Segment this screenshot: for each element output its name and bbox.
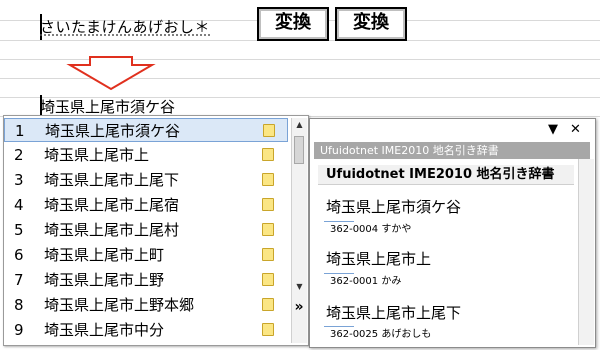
scroll-thumb[interactable] (294, 136, 304, 164)
convert-button-2[interactable]: 変換 (335, 7, 407, 41)
candidate-item-1[interactable]: 1 埼玉県上尾市須ケ谷 (4, 118, 288, 142)
close-icon[interactable]: ✕ (570, 123, 581, 137)
candidate-text: 埼玉県上尾市上尾村 (44, 221, 180, 239)
candidate-text: 埼玉県上尾市上尾下 (44, 171, 180, 189)
candidate-item-6[interactable]: 6 埼玉県上尾市上町 (4, 243, 288, 267)
note-icon[interactable] (262, 173, 274, 186)
dictionary-entry-detail: 362-0001 かみ (330, 276, 402, 287)
dictionary-panel: ▼ ✕ Ufuidotnet IME2010 地名引き辞書 Ufuidotnet… (309, 118, 596, 348)
candidate-number: 6 (14, 246, 24, 264)
scroll-up-icon[interactable]: ▲ (292, 118, 307, 132)
candidate-item-7[interactable]: 7 埼玉県上尾市上野 (4, 268, 288, 292)
dictionary-entry-word: 埼玉県上尾市上 (326, 250, 432, 268)
dictionary-entry-detail: 362-0025 あげおしも (330, 329, 432, 340)
candidate-text: 埼玉県上尾市上 (44, 146, 150, 164)
candidate-text: 埼玉県上尾市上尾宿 (44, 196, 180, 214)
candidate-number: 5 (14, 221, 24, 239)
candidate-item-3[interactable]: 3 埼玉県上尾市上尾下 (4, 168, 288, 192)
candidate-number: 2 (14, 146, 24, 164)
note-icon[interactable] (262, 298, 274, 311)
candidate-text: 埼玉県上尾市中分 (44, 321, 165, 339)
dictionary-entry-detail: 362-0004 すかや (330, 224, 412, 235)
candidate-number: 8 (14, 296, 24, 314)
candidate-number: 9 (14, 321, 24, 339)
candidate-item-2[interactable]: 2 埼玉県上尾市上 (4, 143, 288, 167)
candidate-window: 1 埼玉県上尾市須ケ谷 2 埼玉県上尾市上 3 埼玉県上尾市上尾下 4 埼玉県上… (3, 115, 309, 346)
candidate-text: 埼玉県上尾市須ケ谷 (45, 122, 181, 140)
ime-reading-input[interactable]: さいたまけんあげおし＊ (40, 15, 210, 39)
candidate-text: 埼玉県上尾市上野 (44, 271, 165, 289)
expand-button[interactable]: » (290, 299, 308, 315)
candidate-item-5[interactable]: 5 埼玉県上尾市上尾村 (4, 218, 288, 242)
candidate-text: 埼玉県上尾市上野本郷 (44, 296, 195, 314)
candidate-number: 1 (15, 122, 25, 140)
scroll-down-icon[interactable]: ▼ (292, 280, 307, 294)
entry-divider (324, 221, 354, 222)
candidate-number: 4 (14, 196, 24, 214)
candidate-item-4[interactable]: 4 埼玉県上尾市上尾宿 (4, 193, 288, 217)
candidate-number: 7 (14, 271, 24, 289)
dictionary-entry-word: 埼玉県上尾市須ケ谷 (326, 198, 462, 216)
dictionary-title: Ufuidotnet IME2010 地名引き辞書 (314, 142, 590, 159)
note-icon[interactable] (262, 323, 274, 336)
note-icon[interactable] (262, 198, 274, 211)
dictionary-entry-word: 埼玉県上尾市上尾下 (326, 304, 462, 322)
convert-button[interactable]: 変換 (257, 7, 329, 41)
candidate-text: 埼玉県上尾市上町 (44, 246, 165, 264)
entry-divider (324, 326, 354, 327)
note-icon[interactable] (262, 148, 274, 161)
candidate-item-9[interactable]: 9 埼玉県上尾市中分 (4, 318, 288, 342)
dictionary-heading: Ufuidotnet IME2010 地名引き辞書 (318, 165, 574, 185)
down-arrow-icon (66, 56, 156, 91)
entry-divider (324, 273, 354, 274)
note-icon[interactable] (263, 124, 275, 137)
candidate-number: 3 (14, 171, 24, 189)
menu-dropdown-icon[interactable]: ▼ (548, 123, 558, 137)
dictionary-content: Ufuidotnet IME2010 地名引き辞書 埼玉県上尾市須ケ谷 362-… (314, 159, 576, 343)
note-icon[interactable] (262, 248, 274, 261)
candidate-item-8[interactable]: 8 埼玉県上尾市上野本郷 (4, 293, 288, 317)
dictionary-scrollbar[interactable] (578, 159, 594, 345)
note-icon[interactable] (262, 223, 274, 236)
note-icon[interactable] (262, 273, 274, 286)
